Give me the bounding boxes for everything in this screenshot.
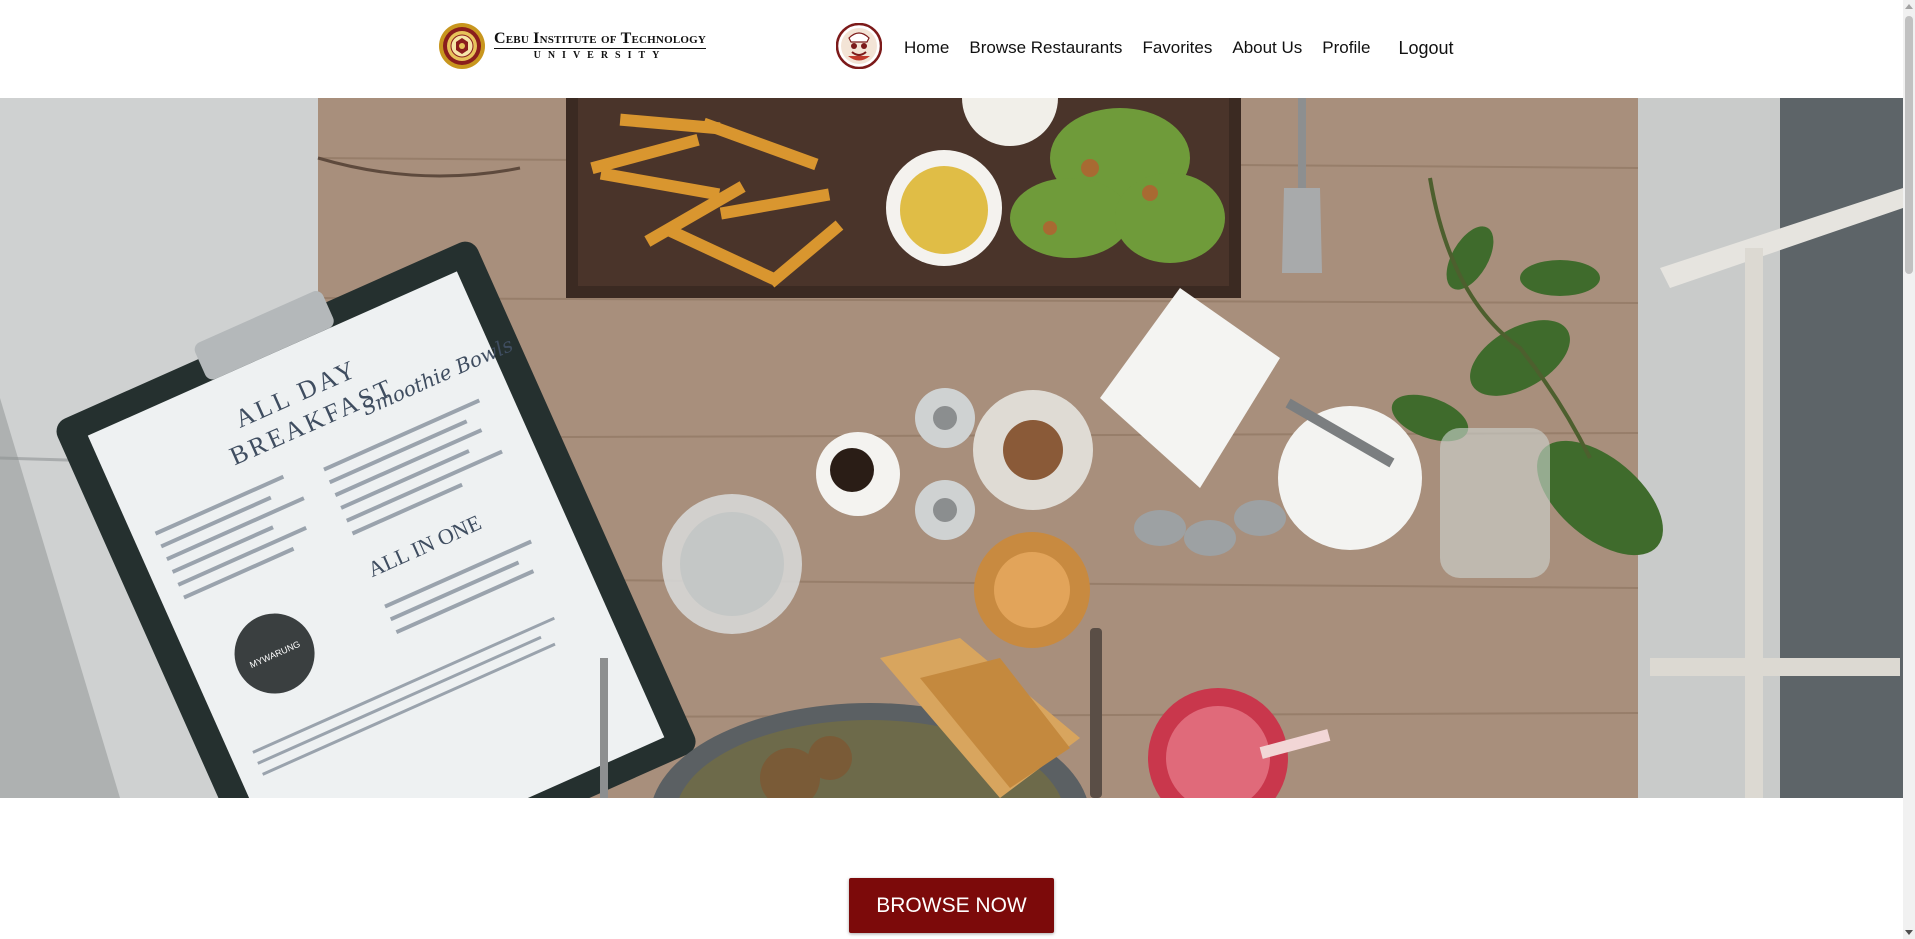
hero-image: ALL DAY BREAKFAST Smoothie Bowls ALL IN … [0, 98, 1903, 798]
scroll-up-icon[interactable] [1905, 4, 1913, 9]
nav-favorites[interactable]: Favorites [1142, 36, 1212, 60]
mascot-logo-icon[interactable] [836, 23, 882, 69]
hero-food-table-illustration: ALL DAY BREAKFAST Smoothie Bowls ALL IN … [0, 98, 1903, 798]
nav-browse-restaurants[interactable]: Browse Restaurants [969, 36, 1122, 60]
main-nav: Home Browse Restaurants Favorites About … [904, 36, 1454, 60]
nav-logout[interactable]: Logout [1398, 36, 1453, 60]
scroll-down-icon[interactable] [1905, 930, 1913, 935]
browse-now-button[interactable]: BROWSE NOW [849, 878, 1054, 933]
logo-line-2: UNIVERSITY [533, 49, 667, 61]
nav-profile[interactable]: Profile [1322, 36, 1370, 60]
site-header: Cebu Institute of Technology UNIVERSITY … [0, 0, 1903, 98]
scroll-thumb[interactable] [1905, 16, 1913, 274]
logo-line-1: Cebu Institute of Technology [494, 29, 707, 49]
nav-home[interactable]: Home [904, 36, 949, 60]
university-seal-icon [439, 23, 485, 69]
page-scrollbar[interactable] [1903, 0, 1915, 939]
nav-about-us[interactable]: About Us [1232, 36, 1302, 60]
university-logo[interactable]: Cebu Institute of Technology UNIVERSITY [438, 22, 707, 70]
